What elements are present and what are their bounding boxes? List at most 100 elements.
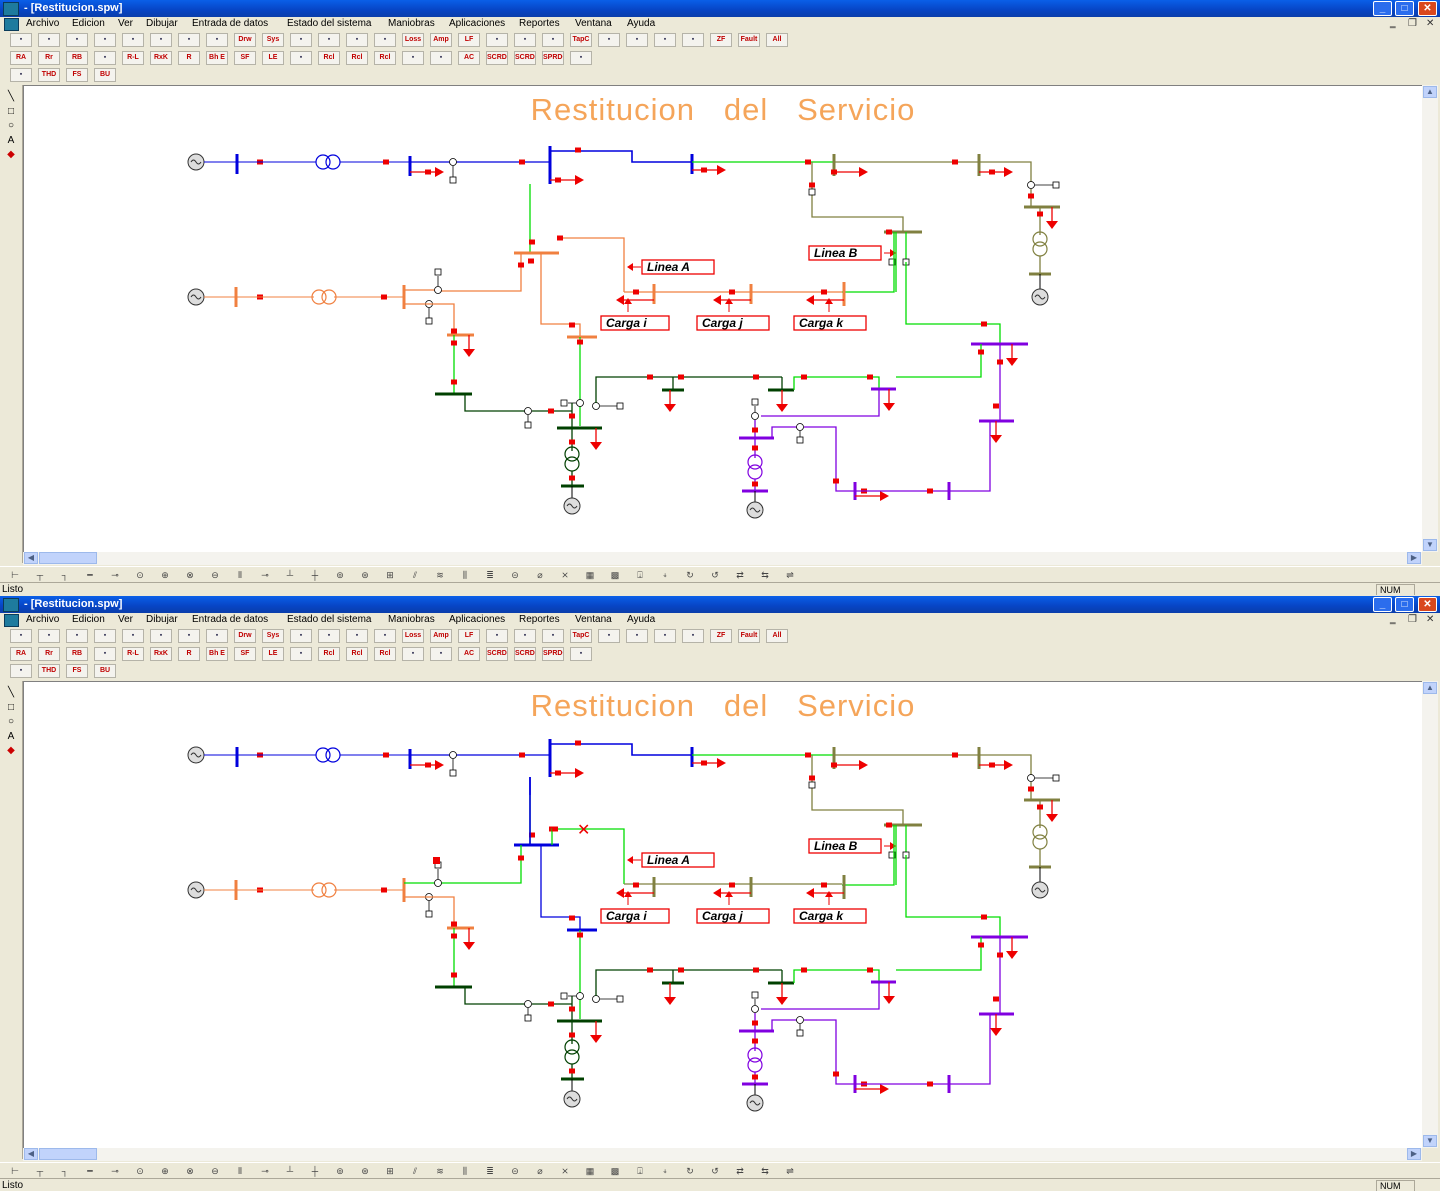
tool-fault-button[interactable]: Fault [738, 629, 760, 643]
tap-icon[interactable]: ▪ [486, 33, 508, 47]
breaker-icon[interactable] [753, 374, 759, 380]
generator-icon[interactable] [1031, 881, 1049, 899]
line-icon[interactable]: ▪ [402, 51, 424, 65]
check-icon[interactable]: ▪ [346, 33, 368, 47]
menu-maniobras[interactable]: Maniobras [388, 614, 435, 625]
breaker-icon[interactable] [1037, 804, 1043, 810]
load-arrow-icon[interactable] [806, 295, 844, 305]
grid-tool-icon[interactable]: ⍗ [633, 1165, 647, 1177]
tool-zf-button[interactable]: ZF [710, 33, 732, 47]
menu-dibujar[interactable]: Dibujar [146, 18, 178, 29]
load-arrow-icon[interactable] [463, 335, 475, 357]
connect-tool-icon[interactable]: ⇌ [783, 569, 797, 581]
breaker-icon[interactable] [569, 439, 575, 445]
tool-icon[interactable]: ▪ [570, 647, 592, 661]
load-arrow-icon[interactable] [979, 760, 1013, 770]
tool-icon[interactable]: ▪ [570, 51, 592, 65]
zoom-in-icon[interactable]: ▪ [150, 33, 172, 47]
breaker-icon[interactable] [886, 229, 892, 235]
tool-r-button[interactable]: R [178, 647, 200, 661]
breaker-icon[interactable] [801, 374, 807, 380]
tool-sys-par-button[interactable]: Sys Par [262, 33, 284, 47]
bus-tool-icon[interactable]: ⊢ [8, 1165, 22, 1177]
label-linea-a[interactable]: Linea A [641, 259, 715, 275]
menu-ver[interactable]: Ver [118, 614, 133, 625]
breaker-icon[interactable] [451, 933, 457, 939]
ground-tool-icon[interactable]: ⊞ [383, 569, 397, 581]
recloser-tool-icon[interactable]: ▦ [583, 1165, 597, 1177]
breaker-icon[interactable] [752, 481, 758, 487]
menu-archivo[interactable]: Archivo [26, 614, 59, 625]
diagram-canvas[interactable]: Restitucion del Servicio ✕ Linea A Linea B… [23, 681, 1422, 1149]
load-arrow-icon[interactable] [692, 165, 726, 175]
breaker-icon[interactable] [577, 339, 583, 345]
load-arrow-icon[interactable] [883, 389, 895, 411]
breaker-icon[interactable] [981, 914, 987, 920]
tool-zf-button[interactable]: ZF [710, 629, 732, 643]
motor-tool-icon[interactable]: ⊖ [208, 569, 222, 581]
dc-tool-icon[interactable]: ⨯ [558, 1165, 572, 1177]
label-linea-b[interactable]: Linea B [808, 838, 882, 854]
breaker-icon[interactable] [833, 478, 839, 484]
tool-ra-button[interactable]: RA [10, 647, 32, 661]
tool-drw-par-button[interactable]: Drw Par [234, 629, 256, 643]
green-line[interactable] [436, 845, 522, 884]
tool-tapc-button[interactable]: TapC [570, 629, 592, 643]
scroll-right-icon[interactable]: ▶ [1407, 1148, 1421, 1160]
zoom-fit-icon[interactable]: ▪ [122, 33, 144, 47]
load-arrow-icon[interactable] [855, 1084, 889, 1094]
load-arrow-icon[interactable] [692, 758, 726, 768]
tool-sprdo-s-r-button[interactable]: SPRDO S R [542, 51, 564, 65]
bus-tool-icon[interactable]: ⊢ [8, 569, 22, 581]
menu-reportes[interactable]: Reportes [519, 18, 560, 29]
filter-tool-icon[interactable]: ⊝ [508, 569, 522, 581]
tool-tapc-button[interactable]: TapC [570, 33, 592, 47]
svc-tool-icon[interactable]: ≣ [483, 569, 497, 581]
generator-icon[interactable] [746, 501, 764, 519]
rectangle-tool-icon[interactable]: □ [5, 702, 17, 714]
transformer-icon[interactable] [1032, 231, 1048, 257]
undo-tool-icon[interactable]: ⇄ [733, 1165, 747, 1177]
l-tool-icon[interactable]: ┐ [58, 1165, 72, 1177]
breaker-icon[interactable] [425, 169, 431, 175]
text-tool-icon[interactable]: A [5, 135, 17, 147]
maximize-button[interactable]: □ [1395, 597, 1414, 612]
load-arrow-icon[interactable] [834, 760, 868, 770]
mdi-restore-icon[interactable]: ❐ [1408, 614, 1417, 625]
breaker-icon[interactable] [821, 882, 827, 888]
vertical-scrollbar[interactable]: ▲ ▼ [1422, 681, 1438, 1148]
save-icon[interactable]: ▪ [38, 33, 60, 47]
transformer-icon[interactable] [311, 289, 337, 305]
switch-tool-icon[interactable]: ⊸ [108, 1165, 122, 1177]
tool-rxk-button[interactable]: RxK [150, 647, 172, 661]
bus-icon[interactable]: ▪ [598, 33, 620, 47]
load-arrow-icon[interactable] [883, 982, 895, 1004]
tool-rcl-button[interactable]: Rcl [374, 51, 396, 65]
relay-icon[interactable]: ▪ [94, 51, 116, 65]
print-icon[interactable]: ▪ [66, 33, 88, 47]
breaker-icon[interactable] [381, 887, 387, 893]
horizontal-scrollbar[interactable]: ◀ ▶ [23, 552, 1422, 565]
flip-tool-icon[interactable]: ↺ [708, 1165, 722, 1177]
breaker-icon[interactable] [577, 932, 583, 938]
save-icon[interactable]: ▪ [38, 629, 60, 643]
harmonic-tool-icon[interactable]: ⌀ [533, 1165, 547, 1177]
menu-ayuda[interactable]: Ayuda [627, 614, 655, 625]
breaker-icon[interactable] [575, 740, 581, 746]
breaker-icon[interactable] [383, 159, 389, 165]
chart-icon[interactable]: ▪ [10, 68, 32, 82]
eraser-icon[interactable]: ▪ [290, 629, 312, 643]
green-line[interactable] [896, 937, 982, 971]
purple-line[interactable] [761, 389, 880, 417]
breaker-icon[interactable] [528, 258, 534, 264]
close-button[interactable]: ✕ [1418, 1, 1437, 16]
open-icon[interactable]: ▪ [10, 33, 32, 47]
scroll-thumb[interactable] [39, 552, 97, 564]
breaker-icon[interactable] [425, 762, 431, 768]
orange-line[interactable] [436, 253, 522, 292]
relay-icon[interactable]: ▪ [94, 647, 116, 661]
tool-r-l-button[interactable]: R-L [122, 51, 144, 65]
breaker-icon[interactable] [993, 996, 999, 1002]
purple-line[interactable] [949, 421, 991, 492]
line-tool-icon[interactable]: ━ [83, 1165, 97, 1177]
